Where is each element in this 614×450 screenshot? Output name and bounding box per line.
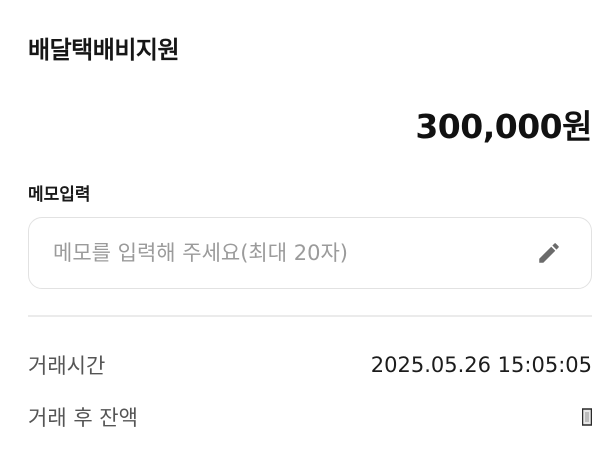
masked-value-graphic xyxy=(581,408,593,426)
memo-label: 메모입력 xyxy=(28,185,91,205)
memo-field[interactable] xyxy=(28,217,592,289)
memo-input[interactable] xyxy=(29,218,535,288)
masked-value-icon xyxy=(581,407,593,427)
pencil-icon[interactable] xyxy=(535,239,563,267)
transaction-amount: 300,000원 xyxy=(415,107,592,146)
transaction-time-label: 거래시간 xyxy=(28,354,106,378)
balance-after-row: 거래 후 잔액 xyxy=(28,402,593,432)
balance-after-label: 거래 후 잔액 xyxy=(28,406,138,430)
page-title: 배달택배비지원 xyxy=(28,36,180,64)
section-divider xyxy=(28,315,592,317)
transaction-time-value: 2025.05.26 15:05:05 xyxy=(370,353,592,377)
transaction-time-row: 거래시간 2025.05.26 15:05:05 xyxy=(28,350,592,380)
pencil-icon-graphic xyxy=(539,243,559,263)
